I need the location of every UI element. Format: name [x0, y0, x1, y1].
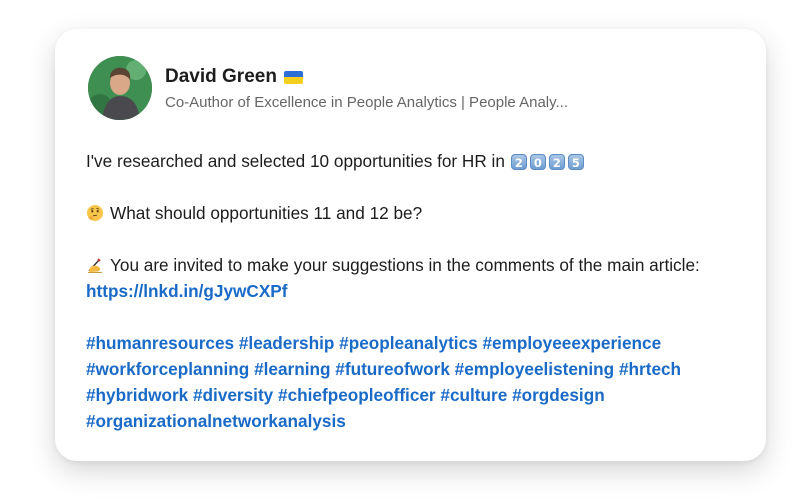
hashtag-link[interactable]: #employeeexperience: [482, 333, 661, 353]
post-intro-text: I've researched and selected 10 opportun…: [86, 151, 505, 171]
hashtag-link[interactable]: #hybridwork: [86, 385, 188, 405]
hashtag-link[interactable]: #chiefpeopleofficer: [278, 385, 436, 405]
writing-hand-icon: [86, 256, 104, 274]
ukraine-flag-icon: [283, 70, 303, 84]
keycap-digit-icon: 5: [567, 154, 584, 170]
hashtag-link[interactable]: #orgdesign: [512, 385, 605, 405]
hashtag-link[interactable]: #peopleanalytics: [339, 333, 478, 353]
post-invite-line: You are invited to make your suggestions…: [86, 252, 746, 304]
hashtag-list: #humanresources #leadership #peopleanaly…: [86, 330, 746, 434]
keycap-digit-icon: 2: [548, 154, 565, 170]
post-intro-line: I've researched and selected 10 opportun…: [86, 148, 746, 174]
author-name-text[interactable]: David Green: [165, 66, 277, 88]
post-body: I've researched and selected 10 opportun…: [86, 148, 746, 434]
post-card: David Green Co-Author of Excellence in P…: [55, 29, 766, 461]
hashtag-link[interactable]: #diversity: [193, 385, 273, 405]
hashtag-link[interactable]: #humanresources: [86, 333, 234, 353]
hashtag-link[interactable]: #organizationalnetworkanalysis: [86, 411, 346, 431]
author-headline: Co-Author of Excellence in People Analyt…: [165, 94, 569, 111]
avatar[interactable]: [88, 56, 152, 120]
hashtag-link[interactable]: #leadership: [239, 333, 335, 353]
author-name[interactable]: David Green: [165, 66, 303, 88]
post-invite-text: You are invited to make your suggestions…: [110, 255, 700, 275]
hashtag-link[interactable]: #learning: [254, 359, 330, 379]
keycap-digit-icon: 0: [529, 154, 546, 170]
keycap-digit-icon: 2: [510, 154, 527, 170]
hashtag-link[interactable]: #employeelistening: [455, 359, 615, 379]
thinking-face-icon: [86, 204, 104, 222]
hashtag-link[interactable]: #futureofwork: [335, 359, 450, 379]
hashtag-link[interactable]: #hrtech: [619, 359, 681, 379]
hashtag-link[interactable]: #culture: [440, 385, 507, 405]
article-link[interactable]: https://lnkd.in/gJywCXPf: [86, 281, 287, 301]
hashtag-link[interactable]: #workforceplanning: [86, 359, 249, 379]
year-keycaps: 2025: [505, 151, 584, 171]
post-question-line: What should opportunities 11 and 12 be?: [86, 200, 746, 226]
post-question-text: What should opportunities 11 and 12 be?: [110, 203, 423, 223]
